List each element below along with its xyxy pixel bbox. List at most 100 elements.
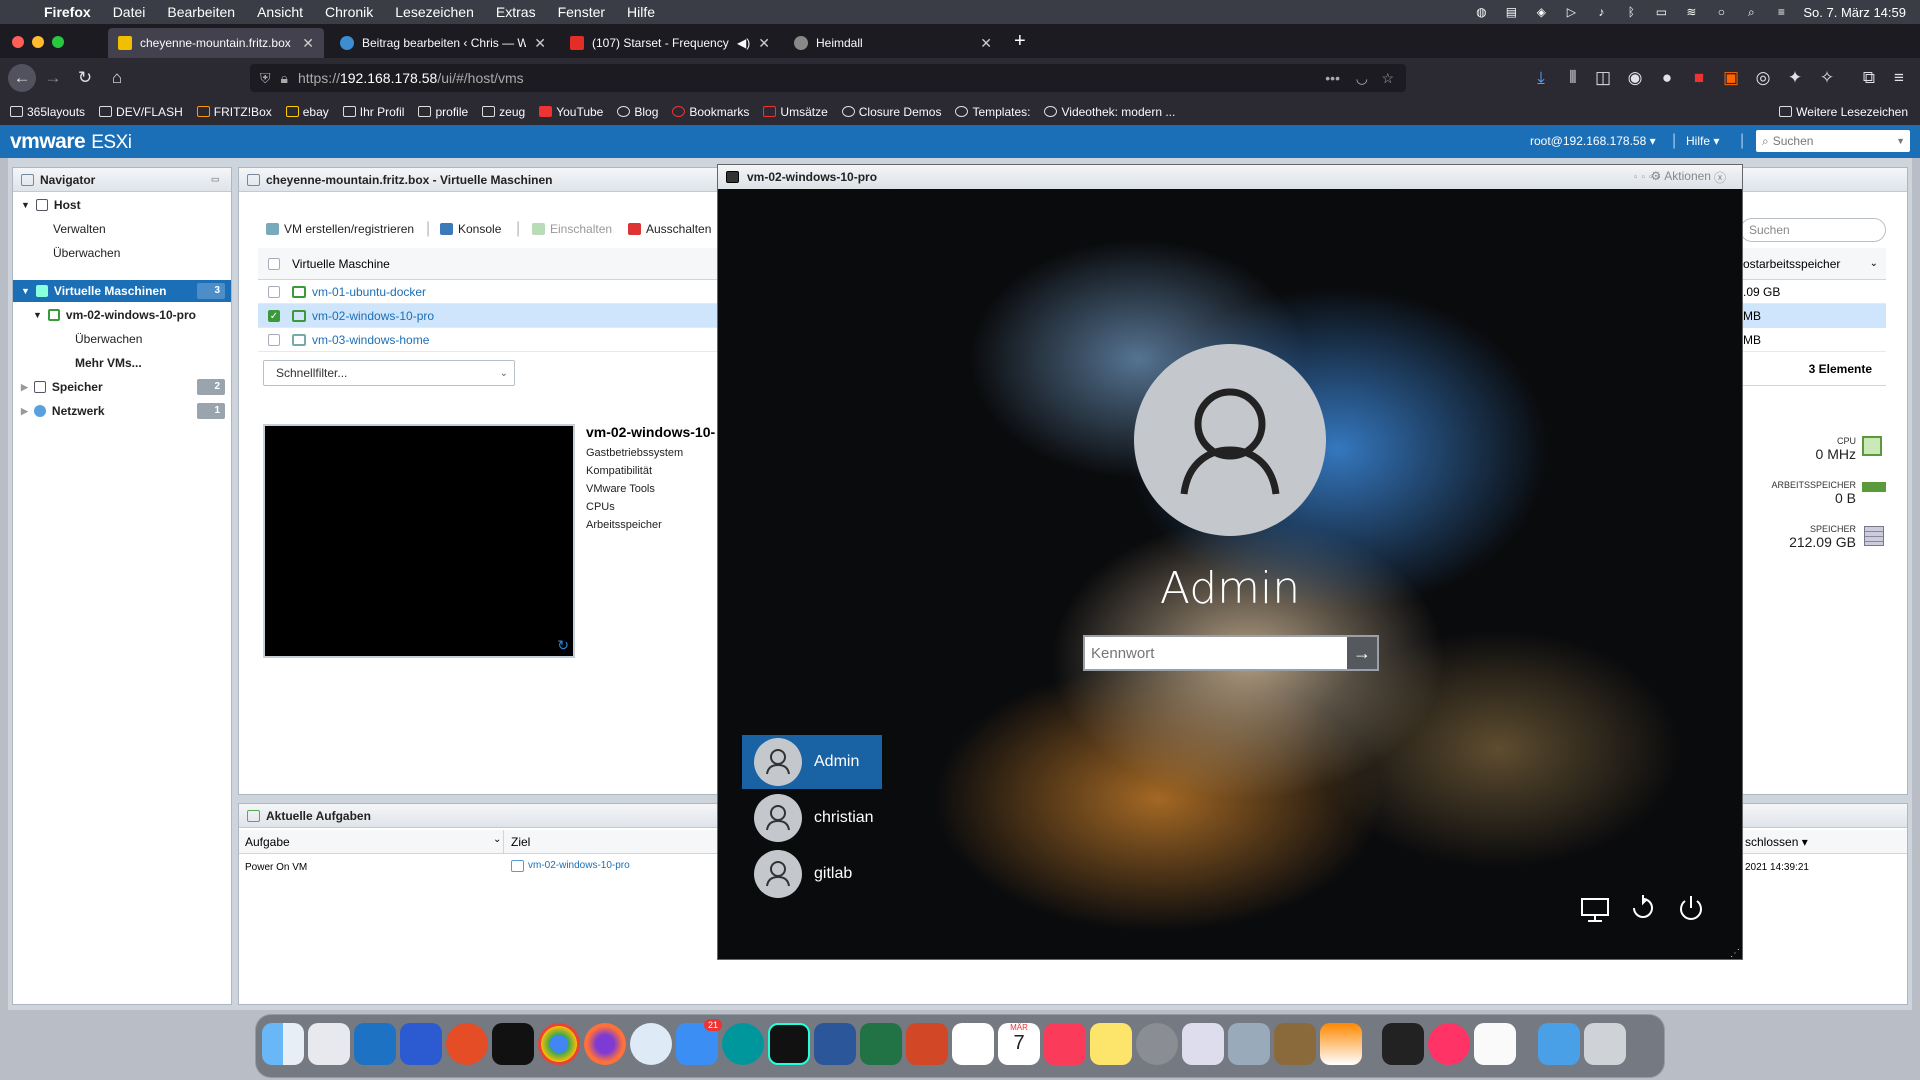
menu-app-firefox[interactable]: Firefox — [44, 4, 91, 20]
column-header-task[interactable]: Aufgabe — [245, 835, 290, 849]
menu-lesezeichen[interactable]: Lesezeichen — [395, 4, 474, 20]
select-all-checkbox[interactable] — [268, 257, 280, 270]
play-icon[interactable]: ▷ — [1563, 5, 1579, 19]
pycharm-icon[interactable] — [768, 1023, 810, 1065]
password-field[interactable]: → — [1083, 635, 1379, 671]
column-header-vm[interactable]: Virtuelle Maschine — [292, 257, 390, 271]
nav-more-vms[interactable]: Mehr VMs... — [13, 352, 231, 374]
vm-link[interactable]: vm-03-windows-home — [312, 333, 429, 347]
close-tab-icon[interactable]: ✕ — [980, 35, 992, 52]
account-icon[interactable]: ◉ — [1624, 68, 1646, 88]
bookmark-item[interactable]: Bookmarks — [672, 105, 749, 119]
chevron-down-icon[interactable]: ▼ — [1896, 136, 1905, 146]
user-tile-christian[interactable]: christian — [742, 791, 882, 845]
other-bookmarks[interactable]: Weitere Lesezeichen — [1779, 105, 1908, 119]
more-actions-icon[interactable]: ••• — [1325, 70, 1340, 86]
volume-icon[interactable]: ♪ — [1593, 5, 1609, 19]
bookmark-item[interactable]: FRITZ!Box — [196, 105, 272, 119]
trash-icon[interactable] — [1584, 1023, 1626, 1065]
bookmark-item[interactable]: Closure Demos — [841, 105, 941, 119]
minimize-window-icon[interactable] — [32, 36, 44, 48]
finder-icon[interactable] — [262, 1023, 304, 1065]
bookmark-item[interactable]: profile — [418, 105, 468, 119]
tab-esxi[interactable]: cheyenne-mountain.fritz.box – ✕ — [108, 28, 324, 58]
notes-icon[interactable] — [1090, 1023, 1132, 1065]
nav-virtual-machines[interactable]: ▼ Virtuelle Maschinen 3 — [13, 280, 231, 302]
console-button[interactable]: Konsole — [440, 222, 501, 236]
calibre-icon[interactable] — [1274, 1023, 1316, 1065]
bookmark-item[interactable]: Templates: — [955, 105, 1030, 119]
sidebar-icon[interactable]: ◫ — [1592, 68, 1614, 88]
preview-icon[interactable] — [1228, 1023, 1270, 1065]
task-target[interactable]: vm-02-windows-10-pro — [511, 860, 630, 872]
bookmark-item[interactable]: DEV/FLASH — [99, 105, 183, 119]
adblock-icon[interactable]: ■ — [1688, 68, 1710, 88]
network-icon[interactable] — [1578, 891, 1612, 925]
task-target-link[interactable]: vm-02-windows-10-pro — [528, 860, 630, 872]
privacy-badger-icon[interactable]: ● — [1656, 68, 1678, 88]
nav-host-verwalten[interactable]: Verwalten — [13, 218, 231, 240]
bookmark-item[interactable]: ebay — [285, 105, 329, 119]
extensions-puzzle-icon[interactable]: ⧉ — [1858, 68, 1880, 88]
nav-storage[interactable]: ▶ Speicher 2 — [13, 376, 231, 398]
back-arrow-icon[interactable]: ← — [8, 64, 36, 92]
word-icon[interactable] — [814, 1023, 856, 1065]
arduino-icon[interactable] — [722, 1023, 764, 1065]
menu-hilfe[interactable]: Hilfe — [627, 4, 655, 20]
tracking-shield-icon[interactable]: ⛨ — [260, 70, 271, 87]
excel-icon[interactable] — [860, 1023, 902, 1065]
user-menu[interactable]: root@192.168.178.58 ▾ — [1530, 134, 1656, 148]
nav-vm-02[interactable]: ▼ vm-02-windows-10-pro — [13, 304, 231, 326]
bookmark-item[interactable]: Videothek: modern ... — [1044, 105, 1175, 119]
power-on-button[interactable]: Einschalten — [532, 222, 612, 236]
bookmark-item[interactable]: Umsätze — [763, 105, 828, 119]
refresh-icon[interactable]: ↻ — [557, 637, 569, 654]
extension-icon[interactable]: ✧ — [1816, 68, 1838, 88]
lock-icon[interactable]: 🔒︎ — [281, 70, 288, 87]
tab-heimdall[interactable]: Heimdall ✕ — [784, 28, 1002, 58]
row-checkbox[interactable] — [268, 285, 280, 298]
zoom-window-icon[interactable] — [52, 36, 64, 48]
bookmark-item[interactable]: Ihr Profil — [342, 105, 404, 119]
terminal-app-icon[interactable] — [492, 1023, 534, 1065]
menu-fenster[interactable]: Fenster — [558, 4, 605, 20]
chevron-down-icon[interactable]: ⌄ — [493, 834, 501, 845]
bookmark-item[interactable]: YouTube — [539, 105, 603, 119]
git-icon[interactable] — [446, 1023, 488, 1065]
downloads-folder-icon[interactable] — [1538, 1023, 1580, 1065]
pocket-icon[interactable]: ◡ — [1356, 70, 1368, 87]
url-bar[interactable]: ⛨ 🔒︎ https://192.168.178.58/ui/#/host/vm… — [250, 64, 1406, 92]
music-icon[interactable] — [1044, 1023, 1086, 1065]
speaker-icon[interactable]: ◀) — [737, 36, 750, 50]
nav-host-ueberwachen[interactable]: Überwachen — [13, 242, 231, 264]
table-row[interactable]: ✓ vm-02-windows-10-pro — [258, 304, 718, 328]
terminal-icon[interactable] — [1382, 1023, 1424, 1065]
menu-datei[interactable]: Datei — [113, 4, 146, 20]
maps-icon[interactable] — [1182, 1023, 1224, 1065]
vm-link[interactable]: vm-02-windows-10-pro — [312, 309, 434, 323]
menubar-clock[interactable]: So. 7. März 14:59 — [1803, 5, 1906, 20]
nav-vm-ueberwachen[interactable]: Überwachen — [13, 328, 231, 350]
close-tab-icon[interactable]: ✕ — [302, 35, 314, 52]
new-tab-icon[interactable]: + — [1014, 30, 1026, 53]
column-header-target[interactable]: Ziel — [511, 835, 530, 849]
docker-icon[interactable]: ▤ — [1503, 5, 1519, 19]
tab-wordpress[interactable]: Beitrag bearbeiten ‹ Chris — W ✕ — [330, 28, 556, 58]
spotlight-search-icon[interactable]: ⌕ — [1743, 5, 1759, 19]
bookmark-star-icon[interactable]: ☆ — [1381, 70, 1394, 87]
user-icon[interactable]: ○ — [1713, 5, 1729, 19]
chevron-down-icon[interactable]: ⌄ — [1870, 258, 1878, 269]
forward-arrow-icon[interactable]: → — [42, 68, 64, 88]
shield-icon[interactable]: ◈ — [1533, 5, 1549, 19]
menu-ansicht[interactable]: Ansicht — [257, 4, 303, 20]
ease-of-access-icon[interactable] — [1626, 891, 1660, 925]
bookmark-item[interactable]: zeug — [482, 105, 525, 119]
table-row[interactable]: vm-01-ubuntu-docker — [258, 280, 718, 304]
power-icon[interactable] — [1674, 891, 1708, 925]
resize-handle-icon[interactable]: ⋰ — [1730, 948, 1740, 959]
quick-filter-select[interactable]: Schnellfilter... ⌄ — [263, 360, 515, 386]
user-tile-admin[interactable]: Admin — [742, 735, 882, 789]
system-preferences-icon[interactable] — [1136, 1023, 1178, 1065]
user-tile-gitlab[interactable]: gitlab — [742, 847, 882, 901]
vscode-icon[interactable] — [354, 1023, 396, 1065]
